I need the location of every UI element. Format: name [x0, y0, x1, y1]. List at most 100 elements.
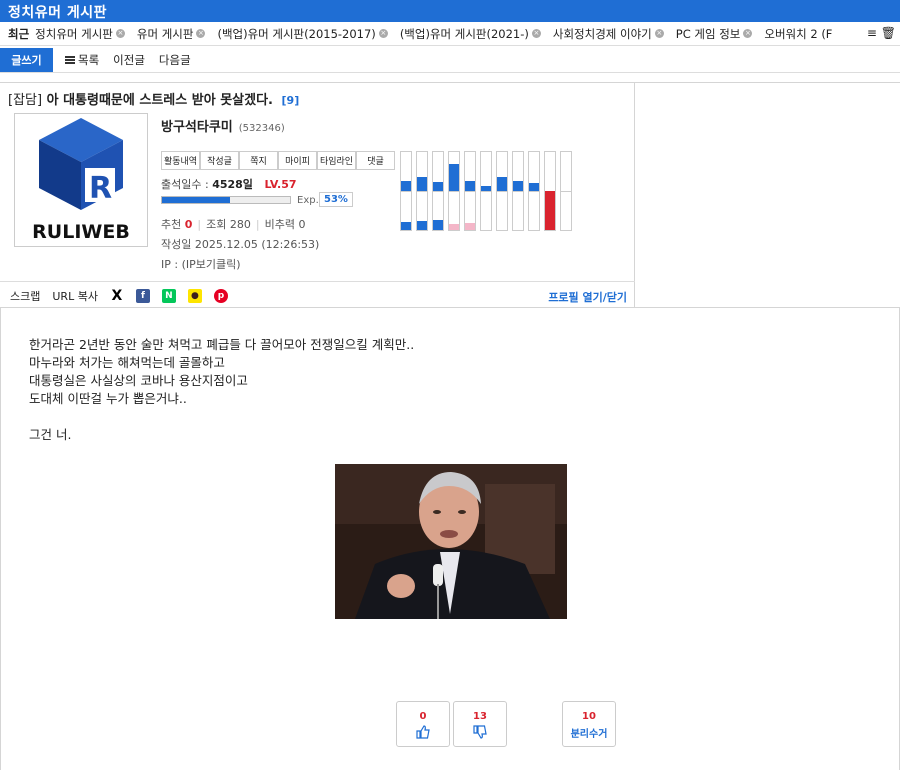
- right-panel: [635, 82, 900, 308]
- activity-bar-down: [433, 220, 443, 230]
- post-content: 한거라곤 2년반 동안 술만 쳐먹고 폐급들 다 끌어모아 전쟁일으킬 계획만.…: [29, 336, 414, 444]
- activity-bar-down: [465, 223, 475, 230]
- board-title[interactable]: 정치유머 게시판: [0, 0, 900, 22]
- activity-bar-up: [481, 186, 491, 191]
- scrap-button[interactable]: 스크랩: [10, 288, 40, 304]
- profile-toggle-link[interactable]: 프로필 열기/닫기: [548, 289, 627, 305]
- kakao-icon[interactable]: ●: [187, 288, 202, 303]
- url-copy-button[interactable]: URL 복사: [52, 288, 98, 304]
- dislike-count: 13: [473, 711, 487, 722]
- author-nickname[interactable]: 방구석타쿠미 (532346): [161, 116, 285, 135]
- recent-boards-bar: 최근 정치유머 게시판 × 유머 게시판 × (백업)유머 게시판(2015-201…: [0, 22, 900, 46]
- author-id: (532346): [238, 123, 285, 134]
- thumbs-up-icon: [397, 725, 449, 742]
- trash-icon[interactable]: 🗑: [881, 26, 896, 40]
- recent-label: 최근: [8, 26, 30, 41]
- content-line: 그건 너.: [29, 427, 72, 442]
- naver-icon[interactable]: N: [161, 288, 176, 303]
- profile-button-comments[interactable]: 댓글: [356, 151, 395, 170]
- like-count: 0: [419, 711, 427, 722]
- exp-bar: [161, 196, 291, 204]
- recent-item[interactable]: PC 게임 정보 ×: [676, 26, 753, 42]
- activity-column: [496, 151, 508, 231]
- activity-column: [560, 151, 572, 231]
- activity-bar-up: [449, 164, 459, 191]
- content-line: 대통령실은 사실상의 코바나 용산지점이고: [29, 373, 248, 388]
- post-header: [잡담] 아 대통령때문에 스트레스 받아 못살겠다. [9] R RULIWE…: [0, 82, 635, 308]
- profile-button-timeline[interactable]: 타임라인: [317, 151, 356, 170]
- exp-percent: 53%: [319, 192, 353, 207]
- prev-post-link[interactable]: 이전글: [113, 52, 145, 68]
- share-row: 스크랩 URL 복사 X f N ● p 프로필 열기/닫기: [0, 281, 635, 309]
- svg-text:RULIWEB: RULIWEB: [32, 221, 130, 243]
- close-icon[interactable]: ×: [115, 29, 125, 38]
- activity-bar-down: [545, 191, 555, 230]
- recent-item[interactable]: (백업)유머 게시판(2015-2017) ×: [217, 26, 388, 42]
- close-icon[interactable]: ×: [743, 29, 753, 38]
- activity-column: [528, 151, 540, 231]
- recent-item[interactable]: 정치유머 게시판 ×: [35, 26, 125, 42]
- recent-item[interactable]: 유머 게시판 ×: [137, 26, 206, 42]
- activity-bar-up: [465, 181, 475, 191]
- facebook-icon[interactable]: f: [135, 288, 150, 303]
- photo-illustration: [335, 464, 567, 619]
- activity-column: [400, 151, 412, 231]
- profile-button-posts[interactable]: 작성글: [200, 151, 239, 170]
- separate-count: 10: [582, 711, 596, 722]
- activity-column: [544, 151, 556, 231]
- level-badge: LV.57: [264, 178, 297, 191]
- profile-button-activity[interactable]: 활동내역: [161, 151, 200, 170]
- menu-icon[interactable]: ≡: [867, 26, 877, 40]
- close-icon[interactable]: ×: [378, 29, 388, 38]
- activity-column: [416, 151, 428, 231]
- content-line: 마누라와 처가는 해쳐먹는데 골몰하고: [29, 355, 225, 370]
- post-stats: 추천 0 | 조회 280 | 비추력 0: [161, 218, 306, 231]
- recent-item[interactable]: (백업)유머 게시판(2021-) ×: [400, 26, 541, 42]
- profile-button-message[interactable]: 쪽지: [239, 151, 278, 170]
- recent-tools: ≡ 🗑: [862, 26, 896, 40]
- close-icon[interactable]: ×: [196, 29, 206, 38]
- post-ip: IP : (IP보기클릭): [161, 258, 241, 271]
- activity-bar-up: [529, 183, 539, 191]
- separate-button[interactable]: 10 분리수거: [562, 701, 616, 747]
- ip-reveal-link[interactable]: (IP보기클릭): [182, 258, 241, 271]
- post-category: [잡담]: [8, 93, 43, 108]
- close-icon[interactable]: ×: [654, 29, 664, 38]
- attendance: 출석일수 : 4528일 LV.57: [161, 178, 297, 191]
- list-icon: [65, 55, 75, 64]
- x-icon[interactable]: X: [110, 289, 124, 303]
- pinterest-icon[interactable]: p: [213, 288, 228, 303]
- activity-bar-up: [497, 177, 507, 191]
- post-image[interactable]: [335, 464, 567, 619]
- activity-bar-down: [449, 224, 459, 230]
- content-line: 도대체 이딴걸 누가 뽑은거냐..: [29, 391, 187, 406]
- comment-count[interactable]: [9]: [282, 94, 300, 107]
- thumbs-down-icon: [454, 725, 506, 742]
- activity-bar-up: [433, 182, 443, 191]
- content-line: 한거라곤 2년반 동안 술만 쳐먹고 폐급들 다 끌어모아 전쟁일으킬 계획만.…: [29, 337, 415, 352]
- recommend-count: 0: [184, 218, 193, 231]
- exp-bar-fill: [162, 197, 230, 203]
- activity-column: [464, 151, 476, 231]
- attendance-value: 4528일: [212, 178, 253, 191]
- exp-label: Exp.: [297, 195, 319, 206]
- activity-column: [480, 151, 492, 231]
- write-button[interactable]: 글쓰기: [0, 47, 53, 72]
- dislike-button[interactable]: 13: [453, 701, 507, 747]
- recent-item[interactable]: 오버워치 2 (F: [764, 26, 832, 42]
- activity-column: [448, 151, 460, 231]
- activity-bar-up: [513, 181, 523, 191]
- separate-label: 분리수거: [570, 729, 608, 740]
- like-button[interactable]: 0: [396, 701, 450, 747]
- views-count: 280: [229, 218, 251, 231]
- post-body: 한거라곤 2년반 동안 술만 쳐먹고 폐급들 다 끌어모아 전쟁일으킬 계획만.…: [0, 308, 900, 770]
- recent-item[interactable]: 사회정치경제 이야기 ×: [553, 26, 664, 42]
- nonrecommend-count: 0: [298, 218, 306, 231]
- activity-bar-down: [417, 221, 427, 230]
- list-button[interactable]: 목록: [65, 52, 99, 68]
- profile-buttons: 활동내역 작성글 쪽지 마이피 타임라인 댓글: [161, 151, 395, 170]
- ruliweb-logo-icon: R RULIWEB: [32, 118, 130, 243]
- profile-button-mypi[interactable]: 마이피: [278, 151, 317, 170]
- next-post-link[interactable]: 다음글: [159, 52, 191, 68]
- close-icon[interactable]: ×: [531, 29, 541, 38]
